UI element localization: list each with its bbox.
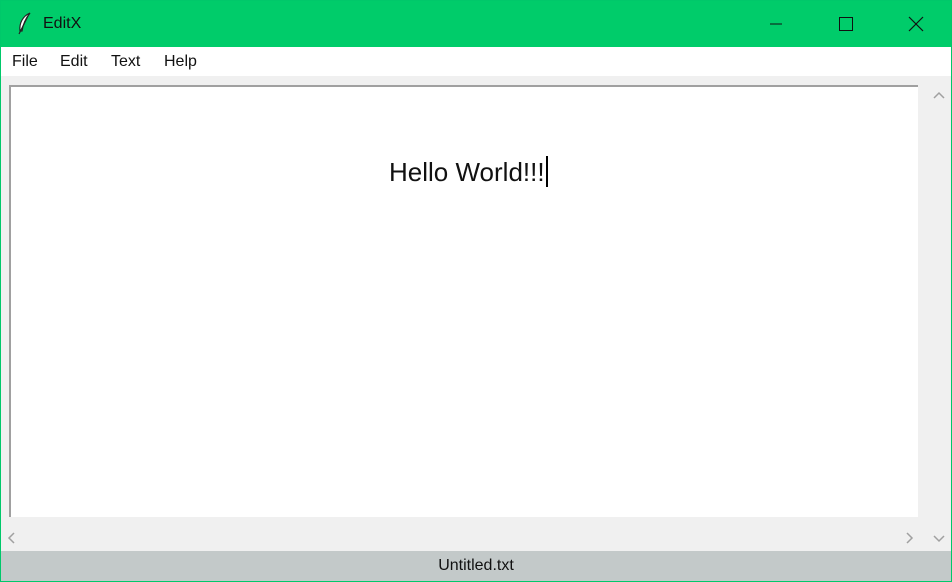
scroll-up-icon[interactable] [933, 86, 945, 104]
close-button[interactable] [881, 1, 951, 47]
menu-file[interactable]: File [12, 53, 38, 71]
minimize-icon [770, 18, 782, 30]
status-bar: Untitled.txt [1, 551, 951, 581]
feather-icon [15, 12, 35, 36]
app-window: EditX File Edit Text Help Hello World!!!… [0, 0, 952, 582]
horizontal-scrollbar[interactable] [1, 525, 926, 549]
editor-content[interactable]: Hello World!!! [389, 157, 545, 188]
title-bar[interactable]: EditX [1, 1, 951, 47]
maximize-button[interactable] [811, 1, 881, 47]
scroll-down-icon[interactable] [933, 530, 945, 548]
scroll-right-icon[interactable] [906, 531, 914, 549]
menu-edit[interactable]: Edit [60, 53, 88, 71]
menu-text[interactable]: Text [111, 53, 140, 71]
minimize-button[interactable] [741, 1, 811, 47]
vertical-scrollbar[interactable] [928, 78, 950, 551]
close-icon [908, 16, 924, 32]
text-editor[interactable]: Hello World!!! [9, 85, 918, 517]
maximize-icon [839, 17, 853, 31]
status-filename: Untitled.txt [438, 557, 514, 574]
menu-help[interactable]: Help [164, 53, 197, 71]
scroll-left-icon[interactable] [7, 531, 15, 549]
menu-bar: File Edit Text Help [1, 47, 951, 76]
text-caret [546, 156, 548, 187]
window-title: EditX [43, 15, 82, 32]
